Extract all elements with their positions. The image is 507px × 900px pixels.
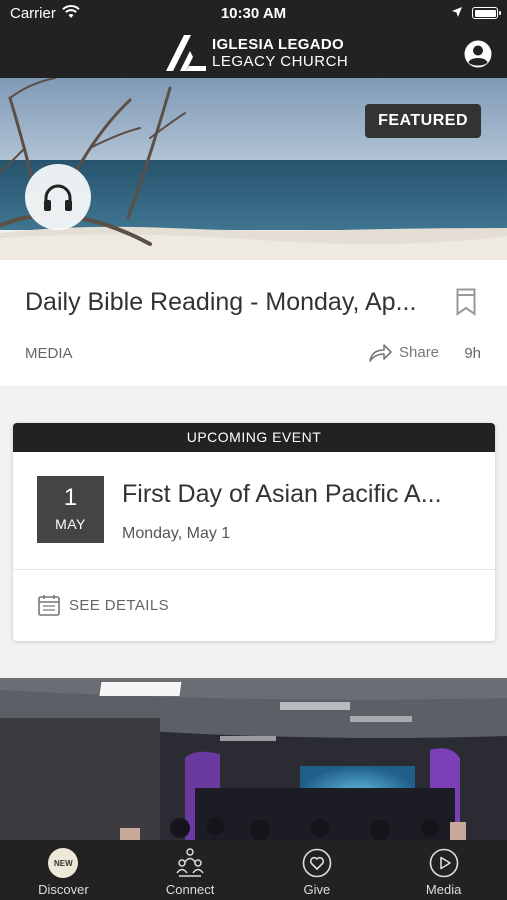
profile-icon[interactable] (464, 40, 492, 68)
featured-age: 9h (464, 345, 481, 362)
headphones-icon (44, 184, 72, 211)
featured-card[interactable]: Daily Bible Reading - Monday, Ap... MEDI… (0, 260, 507, 386)
see-details-label: SEE DETAILS (69, 596, 169, 614)
battery-icon (472, 7, 501, 19)
tab-media[interactable]: Media (380, 840, 507, 900)
tab-label-discover: Discover (38, 882, 89, 897)
see-details-button[interactable]: SEE DETAILS (37, 593, 169, 617)
new-badge-icon: NEW (48, 848, 79, 878)
featured-title[interactable]: Daily Bible Reading - Monday, Ap... (25, 288, 425, 317)
upcoming-event-card[interactable]: UPCOMING EVENT 1 MAY First Day of Asian … (13, 423, 495, 641)
event-month: MAY (55, 516, 86, 532)
status-time: 10:30 AM (220, 5, 287, 22)
bookmark-icon[interactable] (456, 288, 476, 316)
event-date: Monday, May 1 (122, 525, 231, 542)
share-button[interactable]: Share (368, 342, 439, 362)
tab-label-media: Media (425, 882, 462, 897)
calendar-icon (38, 595, 60, 616)
event-title[interactable]: First Day of Asian Pacific A... (122, 480, 462, 509)
share-arrow-icon (369, 344, 392, 362)
status-bar: Carrier 10:30 AM (0, 0, 507, 28)
audio-play-button[interactable] (25, 164, 91, 230)
logo-line1: IGLESIA LEGADO (212, 36, 344, 53)
nav-bar: IGLESIA LEGADO LEGACY CHURCH (0, 28, 507, 78)
tab-bar: NEW Discover Connect Give Media (0, 840, 507, 900)
featured-badge: FEATURED (365, 104, 481, 138)
divider (13, 569, 495, 570)
logo-mark-icon (166, 35, 206, 71)
logo-line2: LEGACY CHURCH (212, 53, 349, 70)
connect-people-icon (176, 848, 204, 877)
tab-discover[interactable]: NEW Discover (0, 840, 127, 900)
heart-circle-icon (302, 848, 332, 878)
church-logo[interactable]: IGLESIA LEGADO LEGACY CHURCH (166, 34, 348, 72)
media-card-image[interactable] (0, 678, 507, 840)
location-arrow-icon (452, 7, 462, 17)
featured-category: MEDIA (25, 345, 73, 362)
tab-give[interactable]: Give (254, 840, 381, 900)
event-header: UPCOMING EVENT (13, 423, 495, 452)
event-day: 1 (63, 484, 78, 511)
featured-hero-image[interactable]: FEATURED (0, 78, 507, 260)
tab-connect[interactable]: Connect (127, 840, 254, 900)
tab-label-give: Give (303, 882, 331, 897)
worship-hall-photo (0, 678, 507, 840)
play-circle-icon (429, 848, 458, 878)
tab-label-connect: Connect (165, 882, 215, 897)
event-date-box: 1 MAY (37, 476, 104, 543)
share-label: Share (399, 343, 440, 361)
